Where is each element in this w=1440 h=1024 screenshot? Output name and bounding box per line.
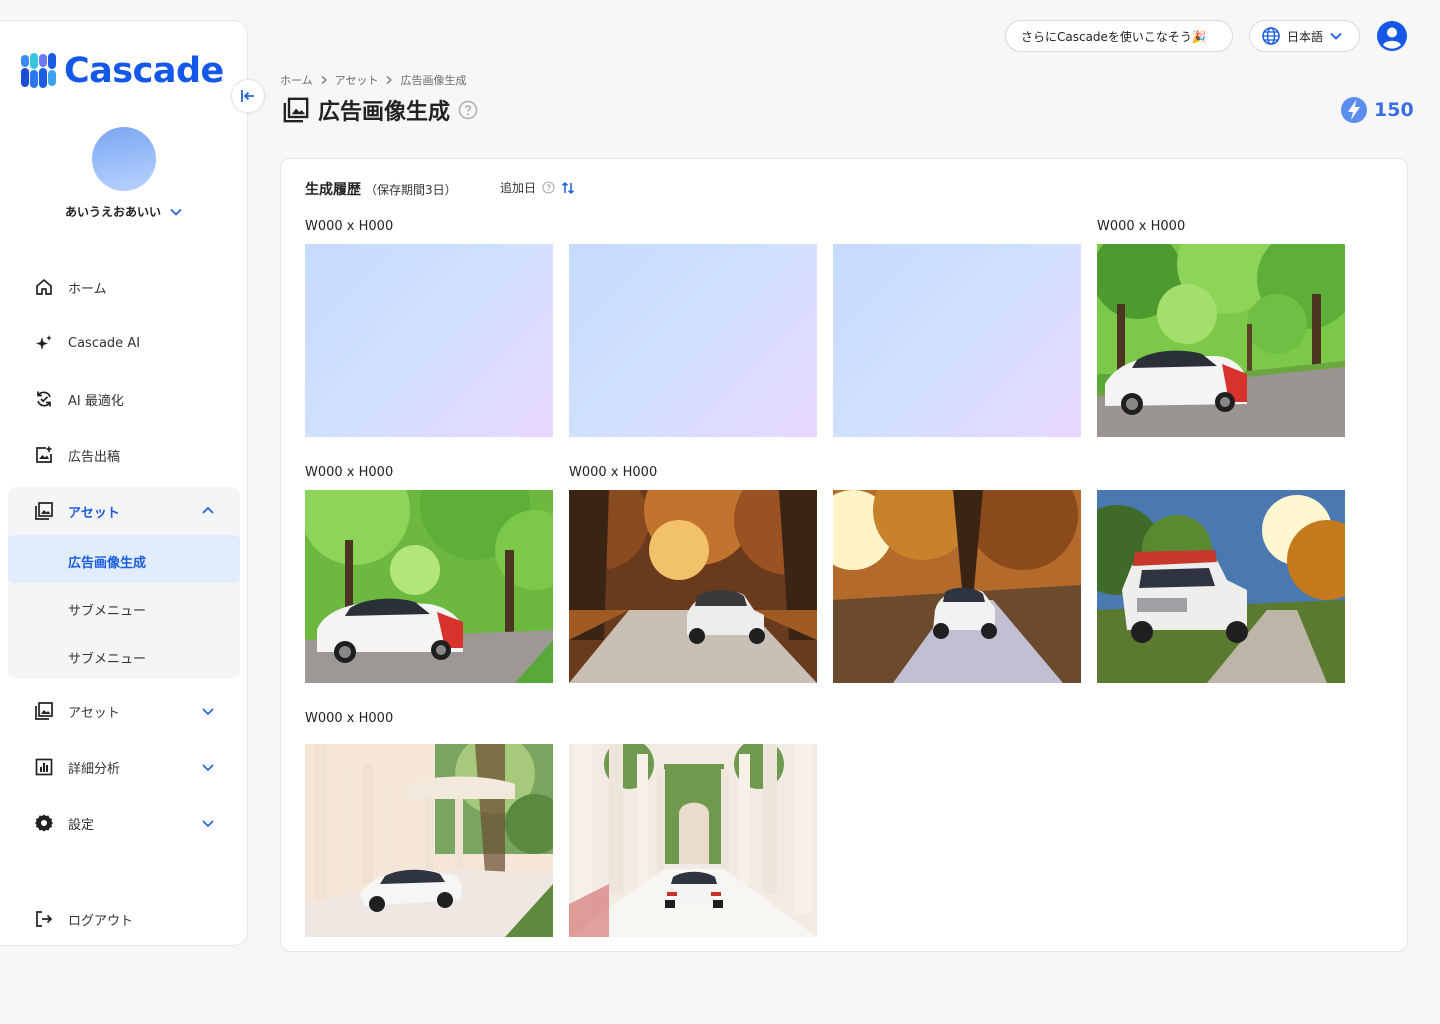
generated-image[interactable] bbox=[569, 744, 817, 937]
image-upload-icon bbox=[34, 445, 54, 465]
nav-settings[interactable]: 設定 bbox=[0, 803, 248, 843]
nav-analysis-label: 詳細分析 bbox=[68, 761, 121, 777]
optimize-cycle-icon bbox=[34, 389, 54, 409]
size-label: W000 x H000 bbox=[569, 465, 658, 480]
size-label: W000 x H000 bbox=[305, 711, 394, 726]
generated-image[interactable] bbox=[305, 490, 553, 683]
breadcrumb: ホーム アセット 広告画像生成 bbox=[280, 72, 466, 88]
image-placeholder[interactable] bbox=[833, 244, 1081, 437]
sort-icon[interactable] bbox=[561, 181, 575, 195]
chevron-up-icon bbox=[202, 506, 214, 514]
help-icon bbox=[542, 181, 555, 194]
gear-icon bbox=[34, 813, 54, 833]
nav-asset-expanded[interactable]: アセット bbox=[0, 491, 248, 531]
collapse-left-icon bbox=[241, 90, 254, 102]
promo-button[interactable]: さらにCascadeを使いこなそう🎉 bbox=[1005, 20, 1233, 52]
nav-home[interactable]: ホーム bbox=[0, 267, 248, 307]
language-select[interactable]: 日本語 bbox=[1249, 20, 1360, 52]
car-forest-image bbox=[305, 490, 553, 683]
history-title: 生成履歴 （保存期間3日） bbox=[305, 179, 457, 199]
sidebar-collapse-button[interactable] bbox=[231, 79, 265, 113]
promo-label: さらにCascadeを使いこなそう🎉 bbox=[1021, 29, 1207, 44]
credit-count: 150 bbox=[1374, 99, 1414, 121]
nav-settings-label: 設定 bbox=[68, 817, 95, 833]
nav-cascade-ai[interactable]: Cascade AI bbox=[0, 323, 248, 363]
nav-logout[interactable]: ログアウト bbox=[0, 899, 248, 939]
history-title-text: 生成履歴 bbox=[305, 182, 361, 198]
generated-image[interactable] bbox=[1097, 490, 1345, 683]
nav-asset[interactable]: アセット bbox=[0, 691, 248, 731]
language-label: 日本語 bbox=[1287, 29, 1324, 44]
generated-image[interactable] bbox=[569, 490, 817, 683]
chevron-down-icon bbox=[1330, 32, 1342, 40]
breadcrumb-current: 広告画像生成 bbox=[400, 74, 467, 87]
brand-name: Cascade bbox=[64, 51, 224, 91]
globe-icon bbox=[1262, 27, 1280, 45]
nav-cascade-ai-label: Cascade AI bbox=[68, 335, 141, 351]
size-label: W000 x H000 bbox=[1097, 219, 1186, 234]
logout-icon bbox=[34, 909, 54, 929]
help-icon[interactable] bbox=[458, 100, 478, 120]
nav-asset-label-2: アセット bbox=[68, 705, 120, 721]
nav-logout-label: ログアウト bbox=[68, 913, 134, 929]
gallery-icon bbox=[34, 501, 54, 521]
car-colonnade-image bbox=[305, 744, 553, 937]
generated-image[interactable] bbox=[1097, 244, 1345, 437]
chevron-right-icon bbox=[387, 76, 393, 84]
brand-logo[interactable]: Cascade bbox=[20, 51, 224, 91]
image-placeholder[interactable] bbox=[569, 244, 817, 437]
nav-ad-post-label: 広告出稿 bbox=[68, 449, 121, 465]
image-placeholder[interactable] bbox=[305, 244, 553, 437]
sort-control[interactable]: 追加日 bbox=[500, 179, 575, 196]
generated-image[interactable] bbox=[305, 744, 553, 937]
nav-ai-optimize[interactable]: AI 最適化 bbox=[0, 379, 248, 419]
breadcrumb-home[interactable]: ホーム bbox=[280, 72, 313, 88]
cascade-logo-icon bbox=[21, 53, 56, 88]
sparkle-icon bbox=[34, 333, 54, 353]
vintage-car-sunset-image bbox=[1097, 490, 1345, 683]
history-retention: （保存期間3日） bbox=[365, 183, 457, 197]
car-forest-image bbox=[1097, 244, 1345, 437]
generated-image[interactable] bbox=[833, 490, 1081, 683]
page-title-text: 広告画像生成 bbox=[318, 100, 451, 125]
nav-analysis[interactable]: 詳細分析 bbox=[0, 747, 248, 787]
sidebar: Cascade あいうえおあいい ホーム Cascade AI AI 最適化 広… bbox=[0, 20, 248, 946]
car-corridor-image bbox=[569, 744, 817, 937]
car-autumn-road-image bbox=[833, 490, 1081, 683]
nav-ai-optimize-label: AI 最適化 bbox=[68, 393, 124, 409]
nav-ad-post[interactable]: 広告出稿 bbox=[0, 435, 248, 475]
size-label: W000 x H000 bbox=[305, 465, 394, 480]
chevron-down-icon bbox=[170, 208, 182, 216]
user-avatar[interactable] bbox=[92, 127, 156, 191]
nav-home-label: ホーム bbox=[68, 281, 107, 297]
page-title: 広告画像生成 bbox=[282, 94, 478, 126]
user-menu[interactable]: あいうえおあいい bbox=[0, 203, 248, 220]
submenu-item-2[interactable]: サブメニュー bbox=[68, 648, 146, 667]
size-label: W000 x H000 bbox=[305, 219, 394, 234]
gallery-icon bbox=[283, 97, 309, 123]
breadcrumb-asset[interactable]: アセット bbox=[335, 72, 379, 88]
submenu-item-1[interactable]: サブメニュー bbox=[68, 600, 146, 619]
lightning-icon bbox=[1341, 97, 1367, 123]
credit-balance: 150 bbox=[1340, 96, 1414, 124]
analytics-icon bbox=[34, 757, 54, 777]
chevron-down-icon bbox=[202, 764, 214, 772]
account-icon[interactable] bbox=[1376, 20, 1408, 52]
gallery-icon bbox=[34, 701, 54, 721]
retro-car-autumn-image bbox=[569, 490, 817, 683]
chevron-right-icon bbox=[321, 76, 327, 84]
user-name: あいうえおあいい bbox=[64, 205, 161, 219]
nav-asset-label: アセット bbox=[68, 505, 120, 521]
chevron-down-icon bbox=[202, 708, 214, 716]
home-icon bbox=[34, 277, 54, 297]
chevron-down-icon bbox=[202, 820, 214, 828]
history-card: 生成履歴 （保存期間3日） 追加日 W000 x H000 W000 x H00… bbox=[280, 158, 1408, 952]
sort-label: 追加日 bbox=[500, 181, 537, 195]
submenu-ad-image-gen[interactable]: 広告画像生成 bbox=[68, 552, 146, 571]
